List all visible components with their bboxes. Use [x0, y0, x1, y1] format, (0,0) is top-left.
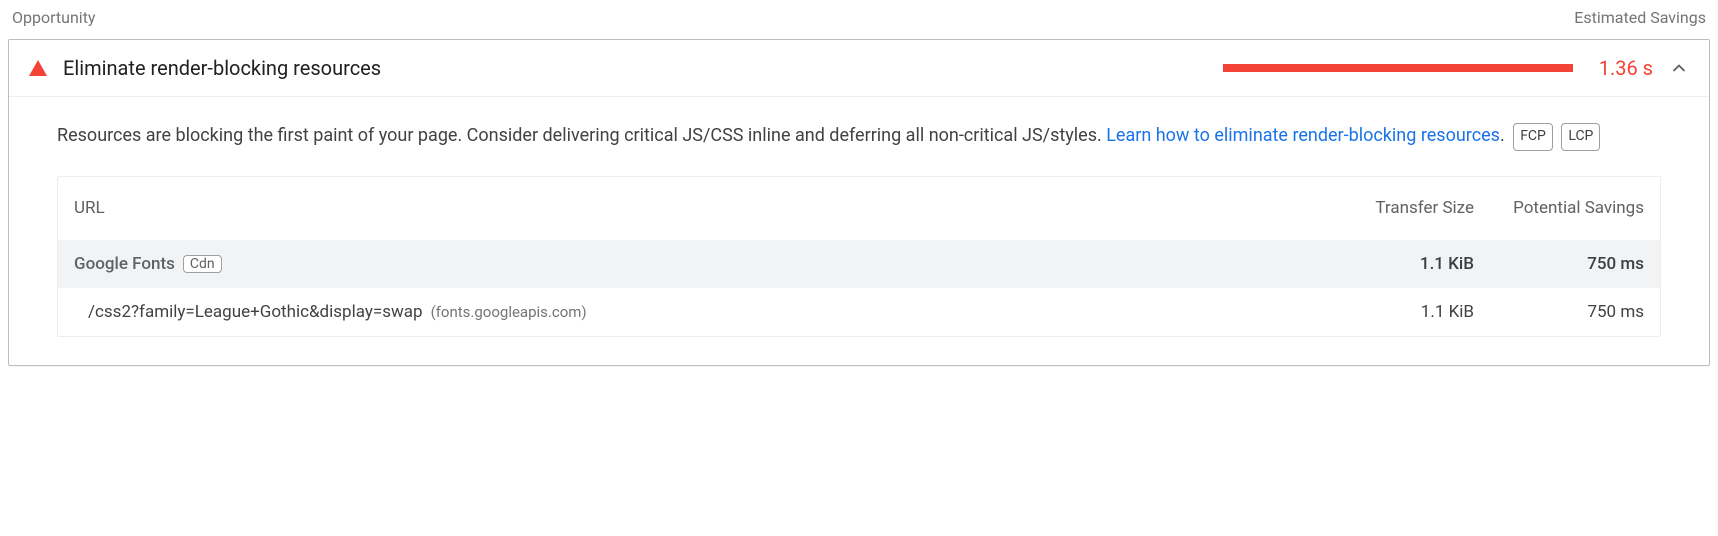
resource-path: /css2?family=League+Gothic&display=swap	[88, 302, 423, 322]
audit-title: Eliminate render-blocking resources	[63, 56, 381, 80]
table-group-row: Google Fonts Cdn 1.1 KiB 750 ms	[58, 240, 1660, 288]
size-column-header: Transfer Size	[1294, 198, 1474, 218]
audit-card: Eliminate render-blocking resources 1.36…	[8, 39, 1710, 366]
audit-description: Resources are blocking the first paint o…	[57, 121, 1661, 152]
warning-triangle-icon	[29, 60, 47, 76]
group-name: Google Fonts	[74, 254, 175, 274]
learn-more-link[interactable]: Learn how to eliminate render-blocking r…	[1106, 125, 1500, 146]
savings-value: 1.36 s	[1589, 56, 1653, 80]
resources-table: URL Transfer Size Potential Savings Goog…	[57, 176, 1661, 338]
description-text: Resources are blocking the first paint o…	[57, 125, 1106, 146]
opportunity-label: Opportunity	[12, 8, 96, 27]
table-header-row: URL Transfer Size Potential Savings	[58, 177, 1660, 241]
audit-summary-row[interactable]: Eliminate render-blocking resources 1.36…	[9, 40, 1709, 96]
fcp-badge: FCP	[1513, 123, 1553, 151]
description-suffix: .	[1500, 125, 1505, 146]
cdn-badge: Cdn	[183, 255, 222, 273]
chevron-up-icon	[1669, 58, 1689, 78]
audit-details: Resources are blocking the first paint o…	[9, 96, 1709, 365]
resource-size: 1.1 KiB	[1294, 302, 1474, 322]
audit-section-header: Opportunity Estimated Savings	[8, 8, 1710, 39]
savings-bar	[1223, 64, 1573, 72]
lcp-badge: LCP	[1561, 123, 1600, 151]
estimated-savings-label: Estimated Savings	[1574, 8, 1706, 27]
url-column-header: URL	[74, 198, 1294, 218]
table-row: /css2?family=League+Gothic&display=swap …	[58, 288, 1660, 336]
resource-savings: 750 ms	[1474, 302, 1644, 322]
group-size: 1.1 KiB	[1294, 254, 1474, 274]
group-savings: 750 ms	[1474, 254, 1644, 274]
savings-column-header: Potential Savings	[1474, 197, 1644, 221]
resource-domain: (fonts.googleapis.com)	[431, 303, 587, 321]
